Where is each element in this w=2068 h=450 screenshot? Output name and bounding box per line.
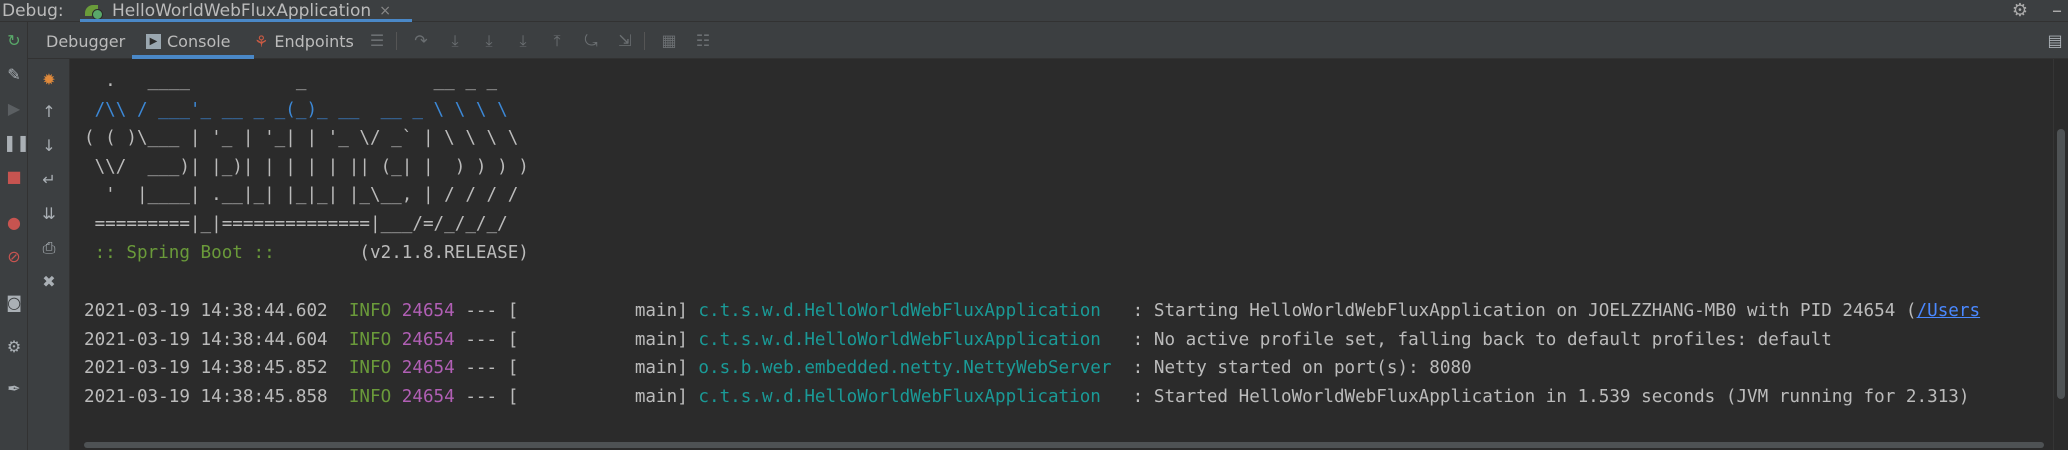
- log-thread: main]: [518, 329, 688, 350]
- log-line: 2021-03-19 14:38:44.602 INFO 24654 --- […: [84, 301, 1980, 321]
- log-pid: 24654: [401, 358, 455, 379]
- debug-toolbar: Debugger ▶ Console ⚘ Endpoints ☰ ↷ ⤓ ⤓ ⤓…: [0, 22, 2068, 59]
- tab-debugger[interactable]: Debugger: [46, 28, 125, 54]
- pin-icon[interactable]: ✒: [3, 378, 25, 400]
- minimize-icon[interactable]: –: [2052, 0, 2062, 22]
- scroll-to-end-icon[interactable]: ⇊: [38, 203, 60, 225]
- fire-icon[interactable]: ✹: [38, 69, 60, 91]
- log-logger: c.t.s.w.d.HelloWorldWebFluxApplication: [698, 386, 1123, 407]
- spring-boot-label: :: Spring Boot ::: [84, 242, 286, 263]
- banner-line: ' |____| .__|_| |_|_| |_\__, | / / / /: [84, 185, 519, 206]
- tab-debugger-label: Debugger: [46, 31, 126, 51]
- log-line: 2021-03-19 14:38:44.604 INFO 24654 --- […: [84, 330, 1832, 350]
- log-thread: main]: [518, 301, 688, 321]
- step-into-icon[interactable]: ⤓: [478, 30, 500, 52]
- log-separator: --- [: [454, 386, 519, 407]
- log-separator: --- [: [454, 329, 519, 350]
- up-arrow-icon[interactable]: ↑: [38, 101, 60, 123]
- step-over-icon[interactable]: ⤓: [444, 30, 466, 52]
- log-pid: 24654: [401, 301, 455, 321]
- step-out-icon[interactable]: ⤒: [546, 30, 568, 52]
- print-icon[interactable]: ⎙: [38, 237, 60, 259]
- banner-line: =========|_|==============|___/=/_/_/_/: [84, 213, 508, 234]
- drop-frame-icon[interactable]: ⤿: [580, 30, 602, 52]
- log-logger: c.t.s.w.d.HelloWorldWebFluxApplication: [698, 329, 1123, 350]
- log-line: 2021-03-19 14:38:45.858 INFO 24654 --- […: [84, 387, 1969, 407]
- trace-icon[interactable]: ☷: [692, 30, 714, 52]
- log-timestamp: 2021-03-19 14:38:44.602: [84, 301, 328, 321]
- log-logger: o.s.b.web.embedded.netty.NettyWebServer: [698, 358, 1123, 379]
- evaluate-expression-icon[interactable]: ▦: [658, 30, 680, 52]
- log-message: : Netty started on port(s): 8080: [1122, 358, 1472, 379]
- console-output[interactable]: . ____ _ __ _ _ /\\ / ___'_ __ _ _(_)_ _…: [70, 59, 2054, 450]
- log-thread: main]: [518, 386, 688, 407]
- menu-icon[interactable]: ☰: [366, 30, 388, 52]
- log-logger: c.t.s.w.d.HelloWorldWebFluxApplication: [698, 301, 1123, 321]
- debug-label: Debug:: [2, 1, 64, 21]
- log-line: 2021-03-19 14:38:45.852 INFO 24654 --- […: [84, 358, 1472, 378]
- log-link[interactable]: /Users: [1917, 301, 1981, 321]
- log-timestamp: 2021-03-19 14:38:45.852: [84, 358, 328, 379]
- endpoints-icon: ⚘: [254, 31, 269, 51]
- spring-boot-version: (v2.1.8.RELEASE): [285, 242, 529, 263]
- tab-console[interactable]: ▶ Console: [146, 28, 231, 54]
- log-timestamp: 2021-03-19 14:38:45.858: [84, 386, 328, 407]
- run-config-tab-label: HelloWorldWebFluxApplication: [112, 1, 372, 21]
- debug-left-toolbar: ↻ ✎ ▶ ❚❚ ■ ● ⊘ ◙ ⚙ ✒: [0, 22, 30, 450]
- log-message: : Starting HelloWorldWebFluxApplication …: [1122, 301, 1917, 321]
- spring-app-icon: [84, 2, 104, 20]
- force-step-into-icon[interactable]: ⤓: [512, 30, 534, 52]
- log-level: INFO: [348, 329, 392, 350]
- layout-settings-icon[interactable]: ▤: [2044, 30, 2066, 52]
- log-message: : Started HelloWorldWebFluxApplication i…: [1122, 386, 1970, 407]
- log-pid: 24654: [401, 329, 455, 350]
- log-level: INFO: [348, 386, 392, 407]
- log-thread: main]: [518, 358, 688, 379]
- wrench-icon[interactable]: ✎: [3, 64, 25, 86]
- banner-line: ( ( )\___ | '_ | '_| | '_ \/ _` | \ \ \ …: [84, 128, 519, 149]
- run-to-cursor-icon[interactable]: ⇲: [614, 30, 636, 52]
- run-config-tab[interactable]: HelloWorldWebFluxApplication ×: [80, 0, 412, 23]
- toolbar-separator: [644, 32, 645, 50]
- log-level: INFO: [348, 301, 392, 321]
- log-message: : No active profile set, falling back to…: [1122, 329, 1832, 350]
- console-side-toolbar: ✹ ↑ ↓ ↵ ⇊ ⎙ ✖: [28, 59, 70, 450]
- banner-line: \\/ ___)| |_)| | | | | || (_| | ) ) ) ): [84, 156, 529, 177]
- show-execution-point-icon[interactable]: ↷: [410, 30, 432, 52]
- pause-icon[interactable]: ❚❚: [3, 132, 30, 154]
- settings-icon[interactable]: ⚙: [3, 336, 25, 358]
- tab-endpoints[interactable]: ⚘ Endpoints: [254, 28, 354, 54]
- banner-line-text: /\\ / ___'_ __ _ _(_)_ __ __ _ \ \ \ \: [84, 99, 508, 120]
- horizontal-scrollbar[interactable]: [84, 442, 2044, 448]
- trash-icon[interactable]: ✖: [38, 271, 60, 293]
- mute-breakpoints-icon[interactable]: ⊘: [3, 246, 25, 268]
- scrollbar-thumb[interactable]: [2057, 129, 2065, 399]
- down-arrow-icon[interactable]: ↓: [38, 135, 60, 157]
- rerun-icon[interactable]: ↻: [3, 30, 25, 52]
- console-icon: ▶: [146, 33, 161, 49]
- log-lines: 2021-03-19 14:38:44.602 INFO 24654 --- […: [84, 297, 1980, 411]
- soft-wrap-icon[interactable]: ↵: [38, 169, 60, 191]
- view-breakpoints-icon[interactable]: ●: [3, 212, 25, 234]
- stop-icon[interactable]: ■: [3, 166, 25, 188]
- vertical-scrollbar[interactable]: [2053, 59, 2068, 450]
- log-separator: --- [: [454, 358, 519, 379]
- banner-line: /\\ / ___'_ __ _ _(_)_ __ __ _ \ \ \ \: [84, 100, 508, 120]
- close-tab-icon[interactable]: ×: [379, 3, 391, 19]
- log-level: INFO: [348, 358, 392, 379]
- tab-endpoints-label: Endpoints: [274, 31, 354, 51]
- log-timestamp: 2021-03-19 14:38:44.604: [84, 329, 328, 350]
- debug-title-bar: Debug: HelloWorldWebFluxApplication × ⚙ …: [0, 0, 2068, 23]
- camera-icon[interactable]: ◙: [3, 292, 25, 314]
- gear-icon[interactable]: ⚙: [2012, 0, 2028, 21]
- tab-console-label: Console: [167, 31, 231, 51]
- toolbar-separator: [396, 32, 397, 50]
- resume-icon[interactable]: ▶: [3, 98, 25, 120]
- spring-banner: . ____ _ __ _ _ /\\ / ___'_ __ _ _(_)_ _…: [84, 67, 529, 267]
- log-separator: --- [: [454, 301, 519, 321]
- banner-line: . ____ _ __ _ _: [84, 71, 498, 91]
- log-pid: 24654: [401, 386, 455, 407]
